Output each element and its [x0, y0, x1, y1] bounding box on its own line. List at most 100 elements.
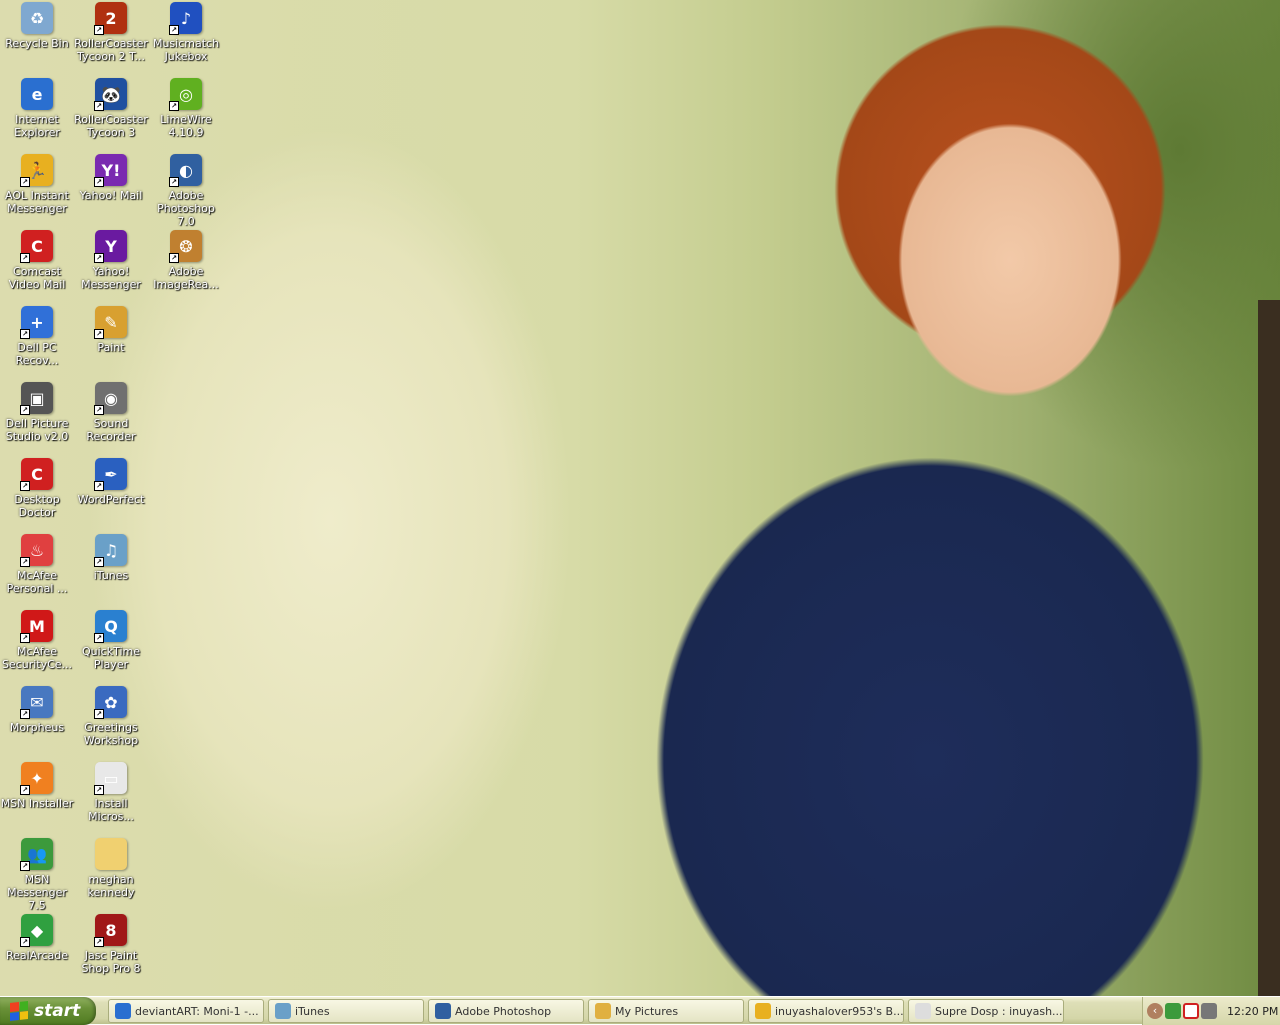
- app-icon: ✒ ↗: [94, 458, 127, 491]
- shortcut-arrow-icon: ↗: [20, 785, 30, 795]
- msn-tray-icon[interactable]: [1165, 1003, 1181, 1019]
- shortcut-arrow-icon: ↗: [94, 633, 104, 643]
- app-icon: Y! ↗: [94, 154, 127, 187]
- app-icon: 👥 ↗: [20, 838, 53, 871]
- task-label: inuyashalover953's B...: [775, 1004, 904, 1018]
- desktop-icon-label: Paint: [97, 341, 125, 354]
- app-icon: ✉ ↗: [20, 686, 53, 719]
- app-icon: ✎ ↗: [94, 306, 127, 339]
- app-icon: ♪ ↗: [169, 2, 202, 35]
- desktop-icon-label: iTunes: [93, 569, 129, 582]
- desktop-icon[interactable]: ✒ ↗ WordPerfect: [73, 458, 149, 506]
- taskbar-button[interactable]: iTunes: [268, 999, 424, 1023]
- desktop-icon[interactable]: ◎ ↗ LimeWire 4.10.9: [148, 78, 224, 139]
- clock[interactable]: 12:20 PM: [1227, 1005, 1278, 1018]
- desktop-icon[interactable]: Y! ↗ Yahoo! Mail: [73, 154, 149, 202]
- desktop-icon[interactable]: e Internet Explorer: [0, 78, 75, 139]
- shortcut-arrow-icon: ↗: [94, 101, 104, 111]
- shortcut-arrow-icon: ↗: [169, 101, 179, 111]
- desktop-icon-label: meghan kennedy: [87, 873, 135, 899]
- wallpaper-tree-trunk: [1258, 300, 1280, 996]
- shortcut-arrow-icon: ↗: [20, 557, 30, 567]
- shortcut-arrow-icon: ↗: [20, 177, 30, 187]
- taskbar-button[interactable]: Supre Dosp : inuyash...: [908, 999, 1064, 1023]
- show-hidden-icons-button[interactable]: ‹: [1147, 1003, 1163, 1019]
- desktop-icon-label: Dell PC Recov...: [15, 341, 59, 367]
- app-icon: [95, 838, 127, 870]
- desktop-icon[interactable]: 👥 ↗ MSN Messenger 7.5: [0, 838, 75, 912]
- desktop-icon[interactable]: M ↗ McAfee SecurityCe...: [0, 610, 75, 671]
- desktop-icon[interactable]: 2 ↗ RollerCoaster Tycoon 2 T...: [73, 2, 149, 63]
- desktop-icon[interactable]: 🏃 ↗ AOL Instant Messenger: [0, 154, 75, 215]
- desktop-icon-label: Dell Picture Studio v2.0: [5, 417, 69, 443]
- desktop-icon[interactable]: ◉ ↗ Sound Recorder: [73, 382, 149, 443]
- task-label: iTunes: [295, 1004, 330, 1018]
- desktop-icon[interactable]: C ↗ Desktop Doctor: [0, 458, 75, 519]
- desktop-icon[interactable]: ✎ ↗ Paint: [73, 306, 149, 354]
- desktop-icon-label: LimeWire 4.10.9: [160, 113, 212, 139]
- shortcut-arrow-icon: ↗: [94, 937, 104, 947]
- app-icon: e: [21, 78, 53, 110]
- app-icon: 🏃 ↗: [20, 154, 53, 187]
- shortcut-arrow-icon: ↗: [20, 405, 30, 415]
- app-icon: ◎ ↗: [169, 78, 202, 111]
- desktop-icon[interactable]: ♨ ↗ McAfee Personal ...: [0, 534, 75, 595]
- shortcut-arrow-icon: ↗: [94, 405, 104, 415]
- taskbar: start deviantART: Moni-1 -... iTunes Adobe…: [0, 996, 1280, 1025]
- task-app-icon: [115, 1003, 131, 1019]
- task-label: Supre Dosp : inuyash...: [935, 1004, 1063, 1018]
- desktop-icon[interactable]: ✿ ↗ Greetings Workshop: [73, 686, 149, 747]
- shortcut-arrow-icon: ↗: [169, 253, 179, 263]
- app-icon: C ↗: [20, 230, 53, 263]
- desktop-icon-label: Recycle Bin: [5, 37, 69, 50]
- taskbar-button[interactable]: deviantART: Moni-1 -...: [108, 999, 264, 1023]
- app-icon: ❂ ↗: [169, 230, 202, 263]
- desktop-icon[interactable]: ◐ ↗ Adobe Photoshop 7.0: [148, 154, 224, 228]
- printer-tray-icon[interactable]: [1201, 1003, 1217, 1019]
- desktop-icon[interactable]: ♪ ↗ Musicmatch Jukebox: [148, 2, 224, 63]
- desktop-icon[interactable]: ❂ ↗ Adobe ImageRea...: [148, 230, 224, 291]
- app-icon: 2 ↗: [94, 2, 127, 35]
- shortcut-arrow-icon: ↗: [94, 557, 104, 567]
- desktop-icon-label: Yahoo! Mail: [79, 189, 143, 202]
- desktop-icon[interactable]: 🐼 ↗ RollerCoaster Tycoon 3: [73, 78, 149, 139]
- shortcut-arrow-icon: ↗: [20, 861, 30, 871]
- shortcut-arrow-icon: ↗: [94, 481, 104, 491]
- start-button[interactable]: start: [0, 997, 96, 1025]
- task-app-icon: [595, 1003, 611, 1019]
- desktop-icon[interactable]: ✉ ↗ Morpheus: [0, 686, 75, 734]
- desktop-icon[interactable]: 8 ↗ Jasc Paint Shop Pro 8: [73, 914, 149, 975]
- taskbar-button[interactable]: My Pictures: [588, 999, 744, 1023]
- comcast-tray-icon[interactable]: [1183, 1003, 1199, 1019]
- desktop-icon[interactable]: ♻ Recycle Bin: [0, 2, 75, 50]
- desktop-icon[interactable]: ◆ ↗ RealArcade: [0, 914, 75, 962]
- desktop-icon[interactable]: ▭ ↗ Install Micros...: [73, 762, 149, 823]
- desktop-icon-label: RollerCoaster Tycoon 2 T...: [74, 37, 148, 63]
- desktop-icon[interactable]: + ↗ Dell PC Recov...: [0, 306, 75, 367]
- app-icon: C ↗: [20, 458, 53, 491]
- desktop-icon-label: RealArcade: [5, 949, 69, 962]
- taskbar-button[interactable]: Adobe Photoshop: [428, 999, 584, 1023]
- desktop-icon[interactable]: ♫ ↗ iTunes: [73, 534, 149, 582]
- shortcut-arrow-icon: ↗: [169, 177, 179, 187]
- shortcut-arrow-icon: ↗: [94, 709, 104, 719]
- app-icon: ♨ ↗: [20, 534, 53, 567]
- desktop-icon[interactable]: Q ↗ QuickTime Player: [73, 610, 149, 671]
- start-label: start: [34, 1001, 81, 1021]
- desktop-icon-label: Greetings Workshop: [83, 721, 139, 747]
- taskbar-button[interactable]: inuyashalover953's B...: [748, 999, 904, 1023]
- shortcut-arrow-icon: ↗: [20, 329, 30, 339]
- shortcut-arrow-icon: ↗: [94, 253, 104, 263]
- desktop-icon[interactable]: ▣ ↗ Dell Picture Studio v2.0: [0, 382, 75, 443]
- desktop-icon[interactable]: meghan kennedy: [73, 838, 149, 899]
- desktop-icon-label: MSN Installer: [0, 797, 74, 810]
- app-icon: Q ↗: [94, 610, 127, 643]
- desktop-icon[interactable]: Y ↗ Yahoo! Messenger: [73, 230, 149, 291]
- desktop-icon[interactable]: ✦ ↗ MSN Installer: [0, 762, 75, 810]
- desktop-icon-label: Internet Explorer: [14, 113, 60, 139]
- desktop-icon-label: Morpheus: [9, 721, 65, 734]
- desktop-icon-label: AOL Instant Messenger: [5, 189, 69, 215]
- shortcut-arrow-icon: ↗: [20, 253, 30, 263]
- task-label: My Pictures: [615, 1004, 679, 1018]
- desktop-icon[interactable]: C ↗ Comcast Video Mail: [0, 230, 75, 291]
